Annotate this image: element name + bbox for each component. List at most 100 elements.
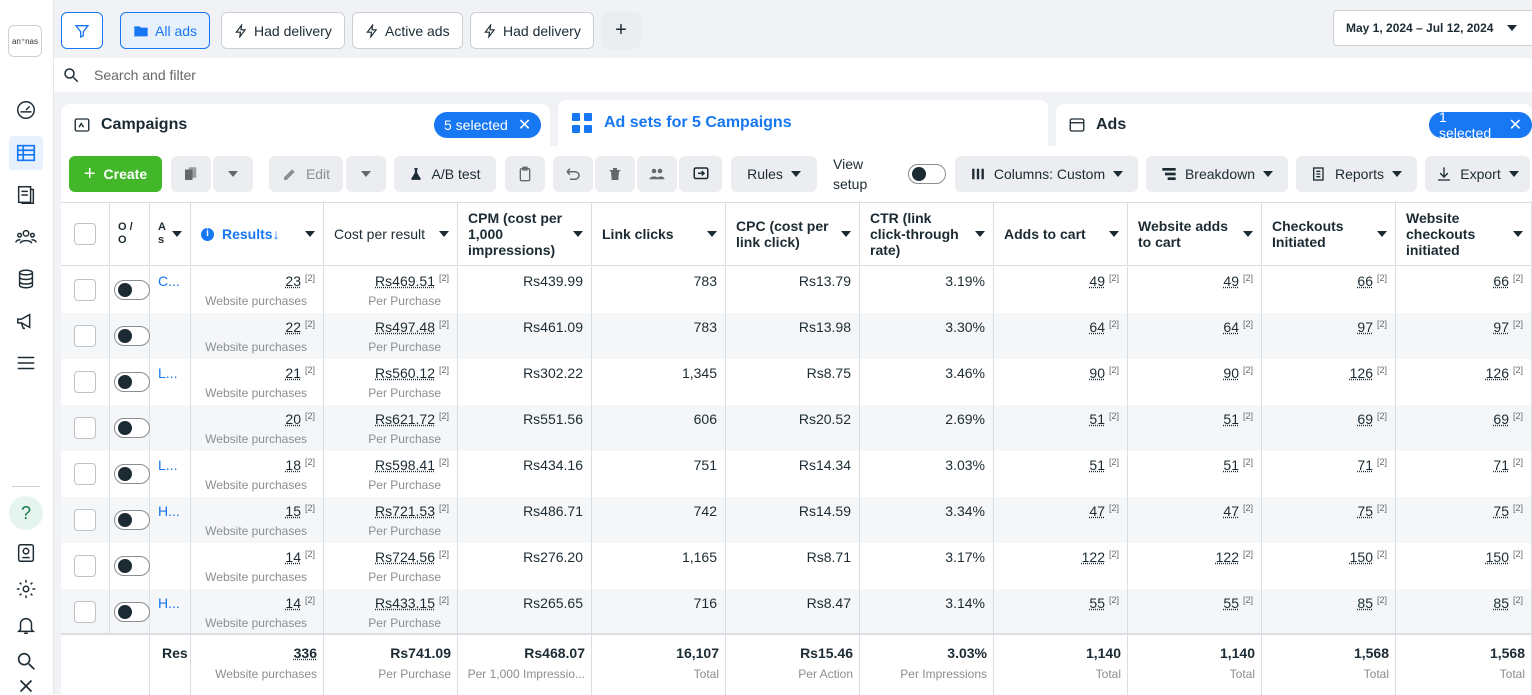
footnote-marker[interactable]: [2] xyxy=(1109,411,1119,421)
footnote-marker[interactable]: [2] xyxy=(1109,365,1119,375)
footnote-marker[interactable]: [2] xyxy=(439,365,449,375)
tab-had-delivery-2[interactable]: Had delivery xyxy=(470,12,594,49)
footnote-marker[interactable]: [2] xyxy=(305,549,315,559)
footnote-marker[interactable]: [2] xyxy=(1109,319,1119,329)
row-toggle[interactable] xyxy=(114,602,150,622)
row-toggle[interactable] xyxy=(114,280,150,300)
footnote-marker[interactable]: [2] xyxy=(439,503,449,513)
footnote-marker[interactable]: [2] xyxy=(305,319,315,329)
footnote-marker[interactable]: [2] xyxy=(1243,549,1253,559)
footnote-marker[interactable]: [2] xyxy=(439,273,449,283)
row-toggle[interactable] xyxy=(114,418,150,438)
footnote-marker[interactable]: [2] xyxy=(1243,503,1253,513)
footnote-marker[interactable]: [2] xyxy=(305,457,315,467)
profile-icon[interactable] xyxy=(9,536,43,570)
column-header-cpm[interactable]: CPM (cost per 1,000 impressions) xyxy=(458,203,592,266)
row-checkbox[interactable] xyxy=(74,371,96,393)
column-header-website-checkouts[interactable]: Website checkouts initiated xyxy=(1396,203,1532,266)
bell-icon[interactable] xyxy=(9,608,43,642)
edit-menu-button[interactable] xyxy=(346,156,386,192)
footnote-marker[interactable]: [2] xyxy=(1513,595,1523,605)
export-button[interactable]: Export xyxy=(1425,156,1530,192)
footnote-marker[interactable]: [2] xyxy=(305,503,315,513)
select-all-checkbox[interactable] xyxy=(74,223,96,245)
row-toggle[interactable] xyxy=(114,326,150,346)
tab-ads[interactable]: Ads 1 selected ✕ xyxy=(1056,104,1532,146)
filter-button[interactable] xyxy=(61,12,103,49)
delete-button[interactable] xyxy=(595,156,635,192)
view-setup-toggle[interactable] xyxy=(908,164,946,184)
footnote-marker[interactable]: [2] xyxy=(1377,549,1387,559)
audience-button[interactable] xyxy=(637,156,677,192)
row-toggle[interactable] xyxy=(114,510,150,530)
preview-button[interactable] xyxy=(679,156,722,192)
footnote-marker[interactable]: [2] xyxy=(1513,319,1523,329)
column-header-website-adds-to-cart[interactable]: Website adds to cart xyxy=(1128,203,1262,266)
adset-name-link[interactable]: H... xyxy=(158,503,180,519)
footnote-marker[interactable]: [2] xyxy=(1109,503,1119,513)
footnote-marker[interactable]: [2] xyxy=(305,273,315,283)
columns-button[interactable]: Columns: Custom xyxy=(955,156,1138,192)
search-bar[interactable]: Search and filter xyxy=(54,58,1532,92)
row-toggle[interactable] xyxy=(114,372,150,392)
megaphone-icon[interactable] xyxy=(9,304,43,338)
footnote-marker[interactable]: [2] xyxy=(1513,411,1523,421)
rules-button[interactable]: Rules xyxy=(731,156,817,192)
footnote-marker[interactable]: [2] xyxy=(1377,365,1387,375)
column-header-cost-per-result[interactable]: Cost per result xyxy=(324,203,458,266)
footnote-marker[interactable]: [2] xyxy=(439,319,449,329)
close-icon[interactable]: ✕ xyxy=(518,115,531,135)
database-icon[interactable] xyxy=(9,262,43,296)
menu-icon[interactable] xyxy=(9,346,43,380)
adset-name-link[interactable]: C... xyxy=(158,273,180,289)
footnote-marker[interactable]: [2] xyxy=(439,457,449,467)
adset-name-link[interactable]: L... xyxy=(158,457,177,473)
search-input[interactable]: Search and filter xyxy=(94,67,196,83)
close-icon[interactable]: ✕ xyxy=(1509,115,1522,135)
row-checkbox[interactable] xyxy=(74,417,96,439)
column-header-cpc[interactable]: CPC (cost per link click) xyxy=(726,203,860,266)
footnote-marker[interactable]: [2] xyxy=(1109,273,1119,283)
column-header-adds-to-cart[interactable]: Adds to cart xyxy=(994,203,1128,266)
column-header-off-on[interactable]: O / O xyxy=(110,203,150,266)
column-header-results[interactable]: i Results ↓ xyxy=(191,203,324,266)
footnote-marker[interactable]: [2] xyxy=(305,411,315,421)
footnote-marker[interactable]: [2] xyxy=(1377,595,1387,605)
tab-active-ads[interactable]: Active ads xyxy=(352,12,463,49)
footnote-marker[interactable]: [2] xyxy=(1243,457,1253,467)
undo-button[interactable] xyxy=(553,156,593,192)
footnote-marker[interactable]: [2] xyxy=(1513,549,1523,559)
date-range-picker[interactable]: May 1, 2024 – Jul 12, 2024 xyxy=(1333,10,1532,46)
footnote-marker[interactable]: [2] xyxy=(1243,365,1253,375)
row-toggle[interactable] xyxy=(114,556,150,576)
footnote-marker[interactable]: [2] xyxy=(439,411,449,421)
row-toggle[interactable] xyxy=(114,464,150,484)
footnote-marker[interactable]: [2] xyxy=(1243,595,1253,605)
footnote-marker[interactable]: [2] xyxy=(1109,457,1119,467)
clipboard-button[interactable] xyxy=(505,156,545,192)
row-checkbox[interactable] xyxy=(74,463,96,485)
column-header-ctr[interactable]: CTR (link click-through rate) xyxy=(860,203,994,266)
footnote-marker[interactable]: [2] xyxy=(1377,457,1387,467)
footnote-marker[interactable]: [2] xyxy=(1243,273,1253,283)
tab-adsets[interactable]: Ad sets for 5 Campaigns xyxy=(558,100,1048,146)
duplicate-button[interactable] xyxy=(171,156,211,192)
footnote-marker[interactable]: [2] xyxy=(1513,503,1523,513)
brand-logo[interactable]: an⁺nas xyxy=(8,25,42,57)
create-button[interactable]: + Create xyxy=(69,156,162,192)
row-checkbox[interactable] xyxy=(74,325,96,347)
row-checkbox[interactable] xyxy=(74,279,96,301)
tab-had-delivery[interactable]: Had delivery xyxy=(221,12,345,49)
row-checkbox[interactable] xyxy=(74,555,96,577)
gear-icon[interactable] xyxy=(9,572,43,606)
ads-selected-chip[interactable]: 1 selected ✕ xyxy=(1429,112,1532,138)
dashboard-icon[interactable] xyxy=(9,93,43,127)
search-icon[interactable] xyxy=(9,644,43,678)
adset-name-link[interactable]: L... xyxy=(158,365,177,381)
footnote-marker[interactable]: [2] xyxy=(439,549,449,559)
tab-all-ads[interactable]: All ads xyxy=(120,12,210,49)
reports-button[interactable]: Reports xyxy=(1296,156,1417,192)
footnote-marker[interactable]: [2] xyxy=(1377,411,1387,421)
footnote-marker[interactable]: [2] xyxy=(1109,549,1119,559)
adset-name-link[interactable]: H... xyxy=(158,595,180,611)
